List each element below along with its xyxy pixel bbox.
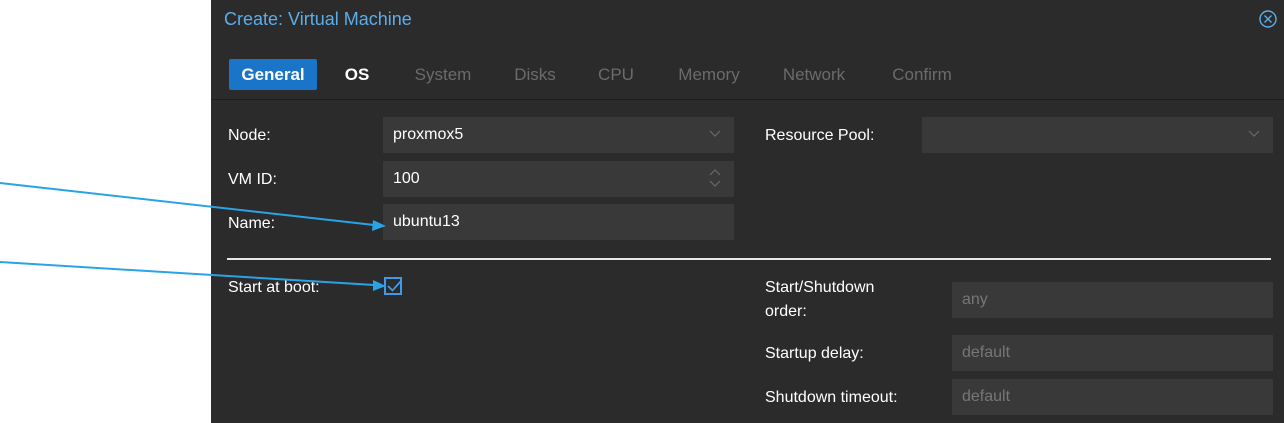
tab-confirm[interactable]: Confirm: [884, 59, 960, 90]
close-icon[interactable]: [1259, 10, 1277, 28]
create-vm-dialog: Create: Virtual Machine General OS Syste…: [211, 0, 1284, 423]
name-value: ubuntu13: [393, 213, 460, 230]
start-at-boot-checkbox[interactable]: [384, 277, 402, 295]
spinner-arrows-icon[interactable]: [708, 167, 722, 189]
vmid-label: VM ID:: [228, 171, 277, 188]
name-input[interactable]: ubuntu13: [383, 204, 734, 240]
startup-delay-input[interactable]: default: [952, 335, 1273, 371]
shutdown-timeout-label: Shutdown timeout:: [765, 389, 898, 406]
vmid-spinner[interactable]: 100: [383, 161, 734, 197]
tab-general[interactable]: General: [229, 59, 317, 90]
start-shutdown-order-label-line1: Start/Shutdown: [765, 279, 875, 296]
dialog-titlebar: Create: Virtual Machine: [211, 0, 1284, 42]
wizard-tab-bar: General OS System Disks CPU Memory Netwo…: [211, 52, 1284, 94]
startup-delay-label: Startup delay:: [765, 345, 864, 362]
tab-network[interactable]: Network: [774, 59, 854, 90]
start-shutdown-order-placeholder: any: [962, 291, 988, 308]
start-shutdown-order-label-line2: order:: [765, 303, 807, 320]
startup-delay-placeholder: default: [962, 344, 1011, 361]
shutdown-timeout-placeholder: default: [962, 388, 1011, 405]
section-divider: [227, 258, 1271, 260]
vmid-value: 100: [393, 170, 420, 187]
node-label: Node:: [228, 127, 271, 144]
tab-cpu[interactable]: CPU: [594, 59, 638, 90]
start-shutdown-order-input[interactable]: any: [952, 282, 1273, 318]
checkmark-icon: [387, 280, 402, 292]
resource-pool-label: Resource Pool:: [765, 127, 875, 144]
dialog-title: Create: Virtual Machine: [224, 9, 412, 29]
resource-pool-select[interactable]: [922, 117, 1273, 153]
chevron-down-icon: [709, 130, 721, 137]
tab-separator: [211, 99, 1284, 100]
tab-disks[interactable]: Disks: [507, 59, 563, 90]
tab-memory[interactable]: Memory: [671, 59, 747, 90]
start-at-boot-label: Start at boot:: [228, 279, 320, 296]
name-label: Name:: [228, 215, 276, 232]
tab-os[interactable]: OS: [339, 59, 375, 90]
tab-system[interactable]: System: [407, 59, 479, 90]
shutdown-timeout-input[interactable]: default: [952, 379, 1273, 415]
chevron-down-icon: [1248, 130, 1260, 137]
node-value: proxmox5: [393, 126, 464, 143]
node-select[interactable]: proxmox5: [383, 117, 734, 153]
